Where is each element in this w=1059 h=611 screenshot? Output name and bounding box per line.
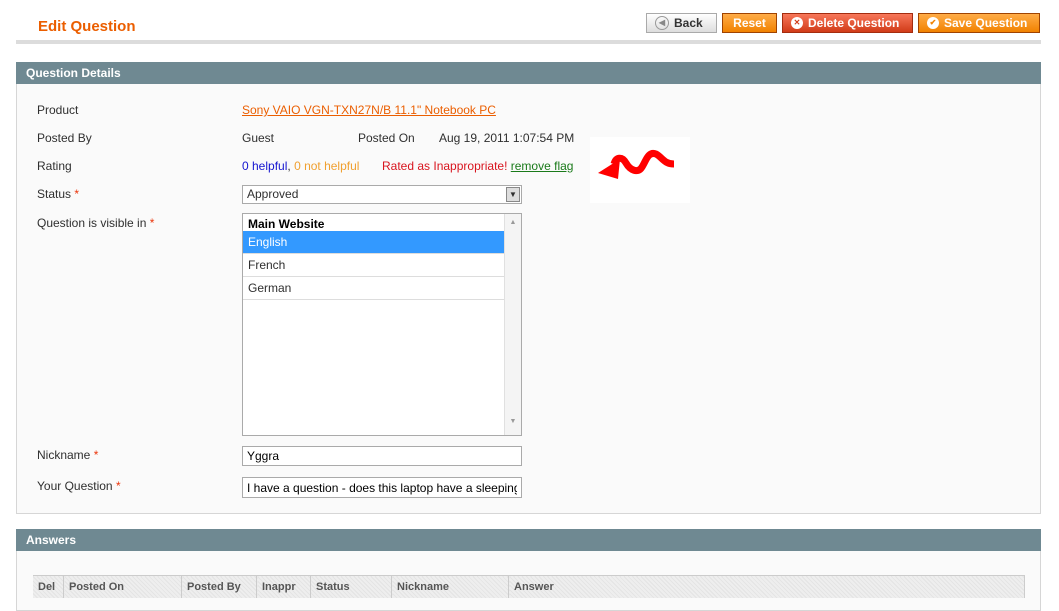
nickname-label: Nickname * [37, 448, 99, 462]
column-answer[interactable]: Answer [508, 575, 1025, 598]
header-divider [16, 40, 1041, 44]
nickname-input[interactable] [242, 446, 522, 466]
answers-table: Del Posted On Posted By Inappr Status Ni… [33, 575, 1025, 598]
scrollbar[interactable]: ▲ ▼ [504, 214, 521, 435]
delete-label: Delete Question [808, 16, 900, 30]
check-icon: ✔ [927, 17, 939, 29]
answers-header: Answers [16, 529, 1041, 551]
store-option-french[interactable]: French [243, 254, 505, 277]
visible-in-label: Question is visible in * [37, 216, 155, 230]
chevron-down-icon: ▼ [506, 187, 520, 202]
save-label: Save Question [944, 16, 1028, 30]
back-label: Back [674, 16, 703, 30]
comma: , [287, 159, 291, 173]
column-nickname[interactable]: Nickname [391, 575, 509, 598]
column-status[interactable]: Status [310, 575, 392, 598]
product-label: Product [37, 103, 79, 117]
question-input[interactable] [242, 477, 522, 498]
column-posted-on[interactable]: Posted On [63, 575, 182, 598]
your-question-label: Your Question * [37, 479, 121, 493]
visible-in-multiselect[interactable]: Main Website English French German ▲ ▼ [242, 213, 522, 436]
remove-flag-link[interactable]: remove flag [511, 159, 574, 173]
inappropriate-text: Rated as Inappropriate! [382, 159, 508, 173]
posted-by-label: Posted By [37, 131, 92, 145]
rating-label: Rating [37, 159, 72, 173]
status-select[interactable]: Approved ▼ [242, 185, 522, 204]
back-arrow-icon: ◀ [655, 16, 669, 30]
helpful-count: 0 helpful [242, 159, 288, 173]
posted-on-label: Posted On [358, 131, 415, 145]
store-group-main-website: Main Website [248, 217, 325, 231]
posted-by-value: Guest [242, 131, 275, 145]
reset-button[interactable]: Reset [722, 13, 777, 33]
red-arrow-icon [590, 137, 690, 203]
column-del[interactable]: Del [33, 575, 64, 598]
product-link[interactable]: Sony VAIO VGN-TXN27N/B 11.1" Notebook PC [242, 103, 496, 117]
status-selected: Approved [247, 187, 299, 201]
back-button[interactable]: ◀ Back [646, 13, 717, 33]
status-label: Status * [37, 187, 80, 201]
column-inappr[interactable]: Inappr [256, 575, 311, 598]
store-option-english[interactable]: English [243, 231, 505, 254]
question-details-box [16, 84, 1041, 514]
delete-question-button[interactable]: ✕ Delete Question [782, 13, 913, 33]
page-title: Edit Question [38, 18, 136, 35]
inappropriate-flag: Rated as Inappropriate! remove flag [382, 159, 573, 173]
rating-value: 0 helpful, 0 not helpful [242, 159, 359, 173]
delete-icon: ✕ [791, 17, 803, 29]
save-question-button[interactable]: ✔ Save Question [918, 13, 1040, 33]
posted-on-value: Aug 19, 2011 1:07:54 PM [439, 131, 575, 145]
not-helpful-count: 0 not helpful [294, 159, 360, 173]
column-posted-by[interactable]: Posted By [181, 575, 257, 598]
question-details-header: Question Details [16, 62, 1041, 84]
store-option-german[interactable]: German [243, 277, 505, 300]
